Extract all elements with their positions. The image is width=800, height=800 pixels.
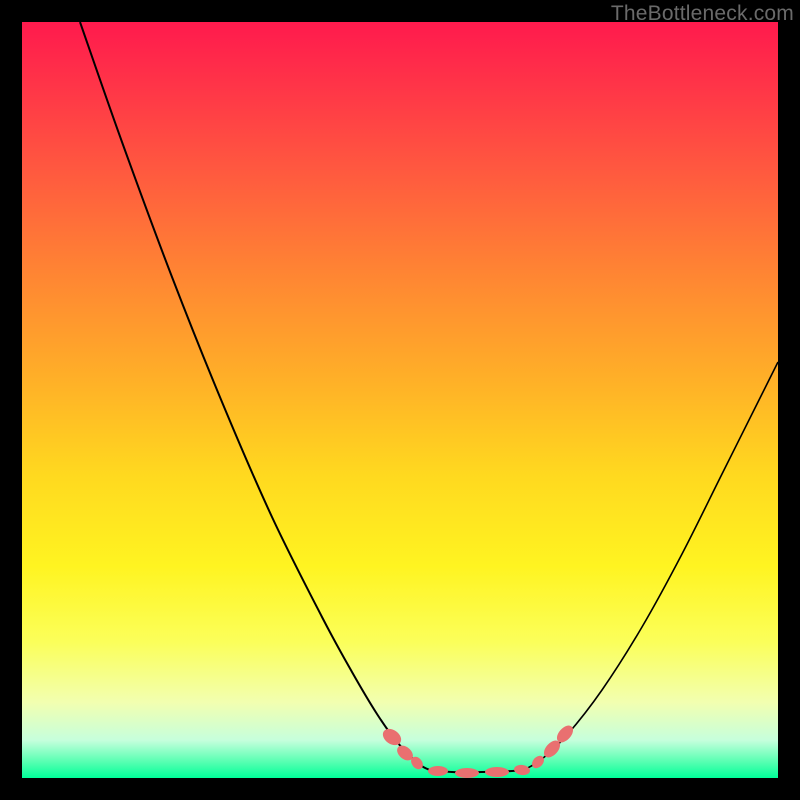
watermark-text: TheBottleneck.com (611, 2, 794, 26)
curve-marker (455, 768, 479, 778)
curve-marker (530, 753, 547, 770)
right-curve (524, 362, 778, 770)
curve-marker (485, 767, 509, 777)
marker-group (380, 723, 576, 778)
plot-area (22, 22, 778, 778)
chart-frame: TheBottleneck.com (0, 0, 800, 800)
curve-marker (428, 766, 448, 776)
curve-marker (513, 764, 530, 776)
curve-svg (22, 22, 778, 778)
left-curve (80, 22, 430, 770)
